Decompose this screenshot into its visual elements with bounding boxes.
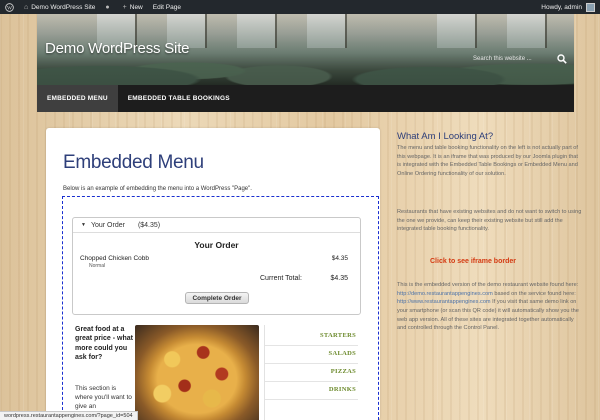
order-head-label: Your Order (90, 221, 125, 229)
content-card: Embedded Menu Below is an example of emb… (46, 128, 380, 420)
site-name-link[interactable]: ⌂ Demo WordPress Site (19, 0, 100, 14)
sidebar-title: What Am I Looking At? (397, 131, 494, 142)
search-icon[interactable] (557, 54, 567, 64)
category-starters[interactable]: STARTERS (320, 332, 356, 339)
wordpress-logo[interactable]: W (0, 0, 19, 14)
comments-link[interactable]: ● (100, 0, 117, 14)
sidebar-paragraph-3: This is the embedded version of the demo… (397, 281, 582, 333)
search-input[interactable]: Search this website ... (473, 52, 567, 66)
main-nav: EMBEDDED MENU EMBEDDED TABLE BOOKINGS (37, 85, 574, 112)
greeting-label: Howdy, admin (541, 3, 582, 11)
promo-body: This section is where you'll want to giv… (75, 385, 132, 411)
iframe-border-link[interactable]: Click to see iframe border (430, 258, 516, 265)
complete-order-button[interactable]: Complete Order (185, 292, 249, 304)
intro-text: Below is an example of embedding the men… (63, 186, 252, 192)
total-label: Current Total: (260, 275, 302, 282)
browser-status-bar: wordpress.restaurantappengines.com/?page… (0, 411, 138, 420)
nav-item-embedded-menu[interactable]: EMBEDDED MENU (37, 85, 118, 112)
total-value: $4.35 (330, 275, 348, 282)
wordpress-icon: W (5, 2, 14, 12)
order-head-price: ($4.35) (137, 221, 161, 229)
site-header: Demo WordPress Site Search this website … (37, 14, 574, 85)
order-item-name: Chopped Chicken Cobb (80, 255, 150, 262)
caret-down-icon: ▼ (81, 222, 86, 228)
category-divider (265, 363, 358, 364)
nav-item-embedded-table-bookings[interactable]: EMBEDDED TABLE BOOKINGS (118, 85, 240, 112)
category-drinks[interactable]: DRINKS (329, 386, 356, 393)
service-site-link[interactable]: http://www.restaurantappengines.com (397, 299, 491, 305)
pizza-image (135, 325, 259, 420)
sidebar-p3-text-b: based on the service found here: (494, 290, 576, 297)
embedded-iframe[interactable]: ▼ Your Order ($4.35) Your Order Chopped … (62, 196, 379, 420)
order-title: Your Order (194, 240, 239, 250)
category-divider (265, 381, 358, 382)
sidebar-p3-text-a: This is the embedded version of the demo… (397, 282, 579, 288)
category-divider (265, 399, 358, 400)
order-item-price: $4.35 (331, 255, 348, 262)
demo-site-link[interactable]: http://demo.restaurantappengines.com (397, 291, 493, 297)
account-menu[interactable]: Howdy, admin (541, 2, 600, 12)
order-toggle[interactable]: ▼ Your Order ($4.35) (73, 218, 360, 233)
category-salads[interactable]: SALADS (329, 350, 356, 357)
edit-page-link[interactable]: Edit Page (148, 0, 186, 14)
promo-heading: Great food at a great price - what more … (75, 326, 133, 362)
order-panel: ▼ Your Order ($4.35) Your Order Chopped … (72, 217, 361, 315)
category-pizzas[interactable]: PIZZAS (331, 368, 356, 375)
category-divider (265, 345, 358, 346)
home-icon: ⌂ (24, 3, 29, 11)
order-item-variant: Normal (89, 263, 106, 269)
avatar (586, 2, 595, 12)
edit-page-label: Edit Page (152, 3, 181, 11)
new-content-button[interactable]: + New (118, 0, 148, 14)
admin-bar: W ⌂ Demo WordPress Site ● + New Edit Pag… (0, 0, 600, 14)
comment-bubble-icon: ● (105, 3, 110, 11)
site-name-label: Demo WordPress Site (31, 3, 96, 11)
sidebar-paragraph-1: The menu and table booking functionality… (397, 145, 578, 177)
search-placeholder: Search this website ... (473, 56, 532, 62)
category-list: STARTERS SALADS PIZZAS DRINKS (264, 325, 358, 420)
sidebar-paragraph-2: Restaurants that have existing websites … (397, 209, 582, 233)
new-label: New (129, 3, 143, 11)
page-title: Embedded Menu (63, 152, 204, 173)
site-title[interactable]: Demo WordPress Site (45, 40, 190, 57)
plus-icon: + (122, 3, 127, 11)
